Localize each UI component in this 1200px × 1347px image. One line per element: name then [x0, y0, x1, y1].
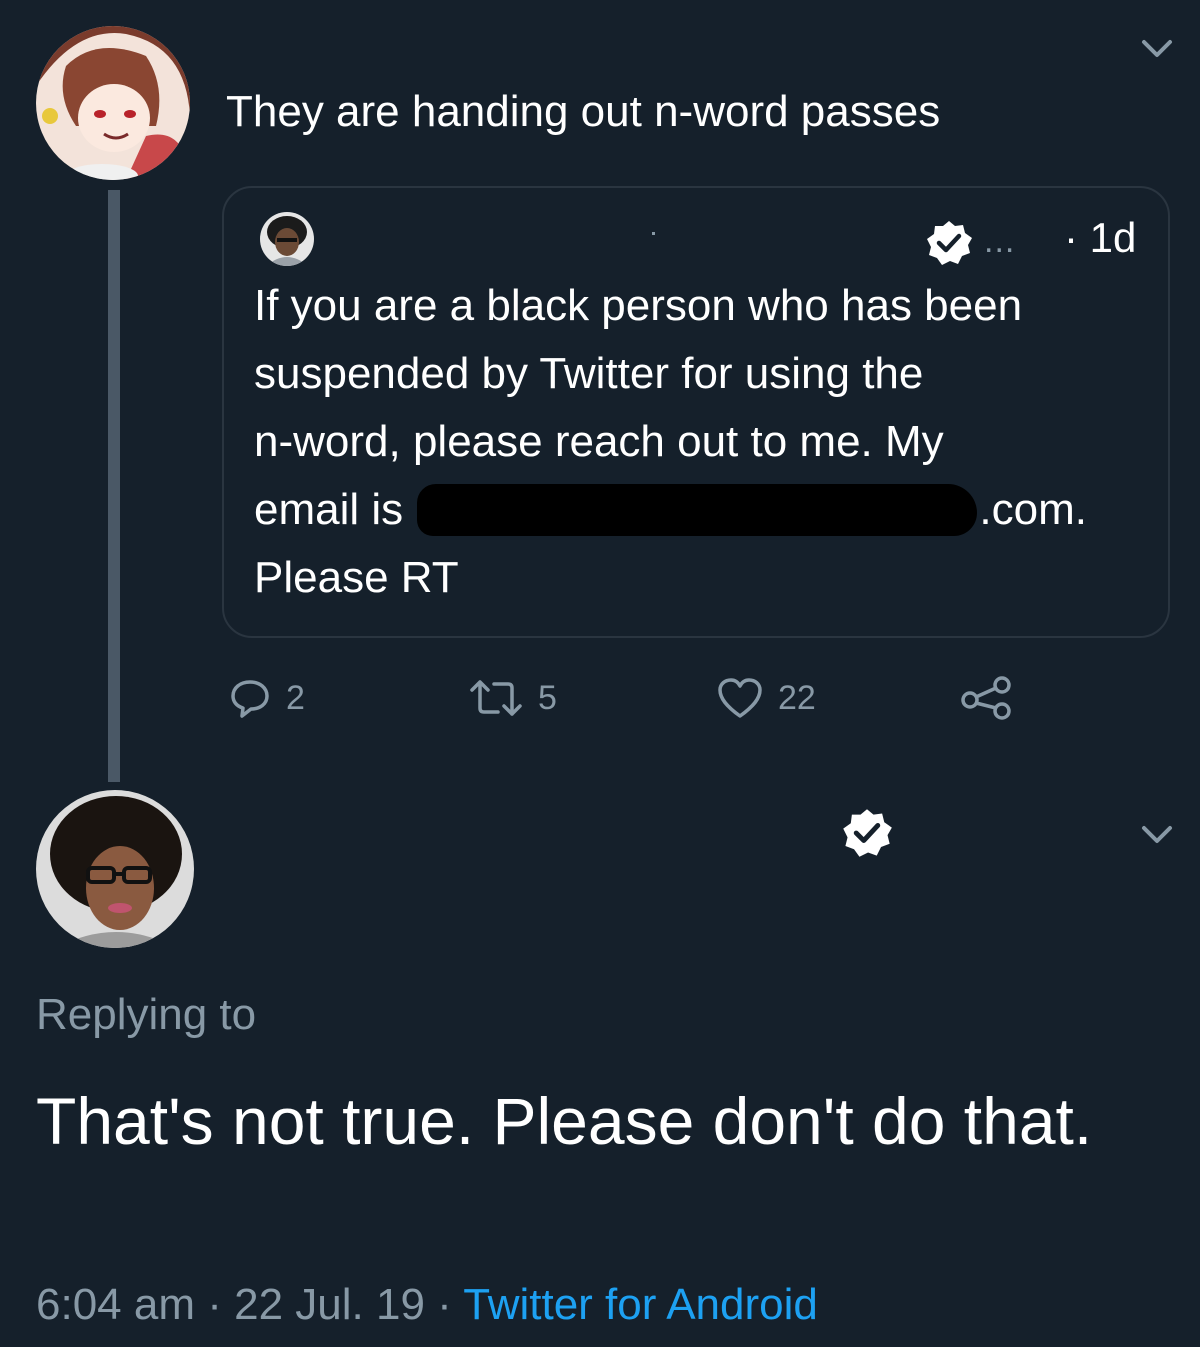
share-button[interactable]	[960, 676, 1014, 720]
verified-badge-icon	[924, 218, 974, 268]
email-prefix: email is	[254, 485, 404, 534]
tweet-source-link[interactable]: Twitter for Android	[463, 1280, 818, 1329]
reply-button[interactable]: 2	[228, 676, 305, 720]
retweet-count: 5	[538, 678, 557, 717]
avatar[interactable]	[36, 26, 190, 180]
tweet-time: 6:04 am	[36, 1280, 195, 1329]
verified-badge-icon	[840, 806, 894, 860]
email-suffix: .com.	[979, 485, 1087, 534]
redaction-mark	[417, 484, 978, 536]
quoted-tweet-text: If you are a black person who has been s…	[254, 272, 1154, 612]
tweet-date: 22 Jul. 19	[234, 1280, 425, 1329]
text-line: n-word, please reach out to me. My	[254, 417, 944, 466]
avatar[interactable]	[36, 790, 194, 948]
retweet-icon	[470, 680, 522, 716]
reply-tweet-text: That's not true. Please don't do that.	[36, 1084, 1093, 1158]
separator: ·	[207, 1280, 222, 1329]
reply-icon	[231, 680, 269, 718]
share-icon	[961, 676, 1011, 720]
ellipsis: ...	[984, 222, 1016, 260]
separator: ·	[437, 1280, 452, 1329]
text-line: Please RT	[254, 553, 459, 602]
heart-icon	[718, 678, 762, 718]
tweet-time[interactable]: · 1d	[1064, 214, 1136, 262]
tweet-text: They are handing out n-word passes	[226, 87, 941, 136]
hidden-name	[652, 232, 655, 235]
chevron-down-icon[interactable]	[1136, 820, 1178, 850]
like-button[interactable]: 22	[716, 676, 816, 720]
avatar[interactable]	[260, 212, 314, 266]
text-line: If you are a black person who has been	[254, 281, 1023, 330]
text-line: suspended by Twitter for using the	[254, 349, 924, 398]
like-count: 22	[778, 678, 816, 717]
thread-line	[108, 190, 120, 782]
text-line: email is .com.	[254, 476, 1154, 544]
reply-count: 2	[286, 678, 305, 717]
replying-to-label: Replying to	[36, 990, 257, 1039]
tweet-metadata: 6:04 am · 22 Jul. 19 · Twitter for Andro…	[36, 1280, 818, 1330]
retweet-button[interactable]: 5	[468, 676, 557, 720]
chevron-down-icon[interactable]	[1136, 34, 1178, 64]
